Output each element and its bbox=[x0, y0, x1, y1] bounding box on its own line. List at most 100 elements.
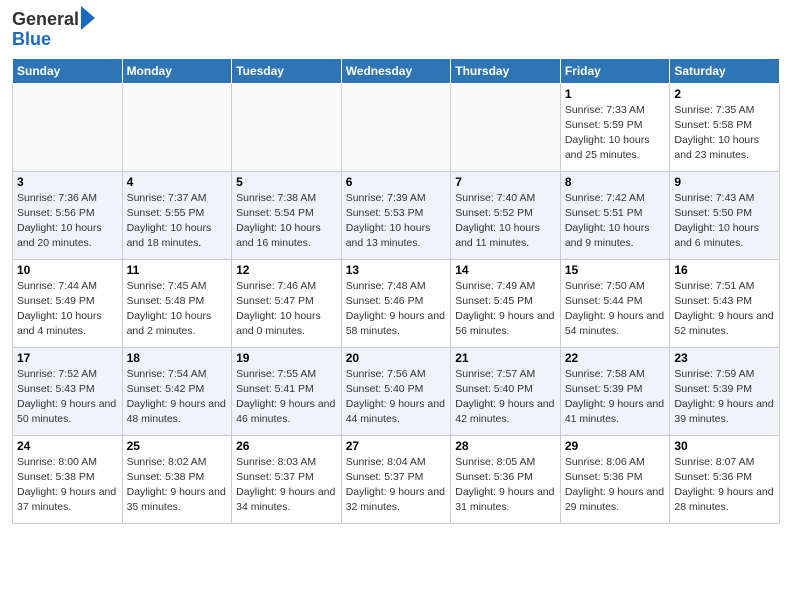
calendar-cell bbox=[13, 83, 123, 171]
calendar-cell: 29 Sunrise: 8:06 AM Sunset: 5:36 PM Dayli… bbox=[560, 435, 670, 523]
calendar-cell: 11 Sunrise: 7:45 AM Sunset: 5:48 PM Dayli… bbox=[122, 259, 232, 347]
header-row: SundayMondayTuesdayWednesdayThursdayFrid… bbox=[13, 58, 780, 83]
day-number: 18 bbox=[127, 351, 228, 365]
day-number: 16 bbox=[674, 263, 775, 277]
calendar-cell: 3 Sunrise: 7:36 AM Sunset: 5:56 PM Daylig… bbox=[13, 171, 123, 259]
week-row-3: 10 Sunrise: 7:44 AM Sunset: 5:49 PM Dayli… bbox=[13, 259, 780, 347]
day-info: Sunrise: 7:33 AM Sunset: 5:59 PM Dayligh… bbox=[565, 103, 666, 164]
header-day-wednesday: Wednesday bbox=[341, 58, 451, 83]
calendar-cell: 14 Sunrise: 7:49 AM Sunset: 5:45 PM Dayli… bbox=[451, 259, 561, 347]
day-number: 13 bbox=[346, 263, 447, 277]
day-number: 6 bbox=[346, 175, 447, 189]
day-info: Sunrise: 7:57 AM Sunset: 5:40 PM Dayligh… bbox=[455, 367, 556, 428]
day-number: 10 bbox=[17, 263, 118, 277]
day-number: 7 bbox=[455, 175, 556, 189]
calendar-cell bbox=[122, 83, 232, 171]
day-info: Sunrise: 8:00 AM Sunset: 5:38 PM Dayligh… bbox=[17, 455, 118, 516]
week-row-5: 24 Sunrise: 8:00 AM Sunset: 5:38 PM Dayli… bbox=[13, 435, 780, 523]
day-number: 5 bbox=[236, 175, 337, 189]
day-info: Sunrise: 8:05 AM Sunset: 5:36 PM Dayligh… bbox=[455, 455, 556, 516]
calendar-cell: 5 Sunrise: 7:38 AM Sunset: 5:54 PM Daylig… bbox=[232, 171, 342, 259]
day-info: Sunrise: 7:51 AM Sunset: 5:43 PM Dayligh… bbox=[674, 279, 775, 340]
day-number: 12 bbox=[236, 263, 337, 277]
day-number: 24 bbox=[17, 439, 118, 453]
day-number: 3 bbox=[17, 175, 118, 189]
day-number: 23 bbox=[674, 351, 775, 365]
header: General Blue bbox=[12, 10, 780, 50]
day-number: 28 bbox=[455, 439, 556, 453]
day-info: Sunrise: 8:04 AM Sunset: 5:37 PM Dayligh… bbox=[346, 455, 447, 516]
week-row-2: 3 Sunrise: 7:36 AM Sunset: 5:56 PM Daylig… bbox=[13, 171, 780, 259]
calendar-cell: 7 Sunrise: 7:40 AM Sunset: 5:52 PM Daylig… bbox=[451, 171, 561, 259]
day-info: Sunrise: 7:46 AM Sunset: 5:47 PM Dayligh… bbox=[236, 279, 337, 340]
calendar-cell: 12 Sunrise: 7:46 AM Sunset: 5:47 PM Dayli… bbox=[232, 259, 342, 347]
day-number: 19 bbox=[236, 351, 337, 365]
day-info: Sunrise: 7:38 AM Sunset: 5:54 PM Dayligh… bbox=[236, 191, 337, 252]
calendar-cell: 28 Sunrise: 8:05 AM Sunset: 5:36 PM Dayli… bbox=[451, 435, 561, 523]
calendar-cell: 30 Sunrise: 8:07 AM Sunset: 5:36 PM Dayli… bbox=[670, 435, 780, 523]
day-info: Sunrise: 7:55 AM Sunset: 5:41 PM Dayligh… bbox=[236, 367, 337, 428]
calendar-cell: 22 Sunrise: 7:58 AM Sunset: 5:39 PM Dayli… bbox=[560, 347, 670, 435]
day-info: Sunrise: 7:49 AM Sunset: 5:45 PM Dayligh… bbox=[455, 279, 556, 340]
day-info: Sunrise: 7:42 AM Sunset: 5:51 PM Dayligh… bbox=[565, 191, 666, 252]
calendar-cell: 17Sunrise: 7:52 AM Sunset: 5:43 PM Dayli… bbox=[13, 347, 123, 435]
day-info: Sunrise: 7:37 AM Sunset: 5:55 PM Dayligh… bbox=[127, 191, 228, 252]
day-number: 1 bbox=[565, 87, 666, 101]
calendar-cell: 2Sunrise: 7:35 AM Sunset: 5:58 PM Daylig… bbox=[670, 83, 780, 171]
logo-text-general: General bbox=[12, 10, 79, 30]
day-info: Sunrise: 7:36 AM Sunset: 5:56 PM Dayligh… bbox=[17, 191, 118, 252]
day-number: 8 bbox=[565, 175, 666, 189]
calendar-cell: 9 Sunrise: 7:43 AM Sunset: 5:50 PM Daylig… bbox=[670, 171, 780, 259]
calendar-cell bbox=[451, 83, 561, 171]
page-container: General Blue SundayMondayTuesdayWednesda… bbox=[0, 0, 792, 536]
day-info: Sunrise: 7:58 AM Sunset: 5:39 PM Dayligh… bbox=[565, 367, 666, 428]
week-row-4: 17Sunrise: 7:52 AM Sunset: 5:43 PM Dayli… bbox=[13, 347, 780, 435]
calendar-body: 1 Sunrise: 7:33 AM Sunset: 5:59 PM Daylig… bbox=[13, 83, 780, 523]
calendar-cell: 19 Sunrise: 7:55 AM Sunset: 5:41 PM Dayli… bbox=[232, 347, 342, 435]
day-number: 11 bbox=[127, 263, 228, 277]
day-number: 26 bbox=[236, 439, 337, 453]
day-number: 29 bbox=[565, 439, 666, 453]
day-number: 9 bbox=[674, 175, 775, 189]
day-info: Sunrise: 7:56 AM Sunset: 5:40 PM Dayligh… bbox=[346, 367, 447, 428]
header-day-friday: Friday bbox=[560, 58, 670, 83]
day-info: Sunrise: 8:03 AM Sunset: 5:37 PM Dayligh… bbox=[236, 455, 337, 516]
calendar-cell: 27Sunrise: 8:04 AM Sunset: 5:37 PM Dayli… bbox=[341, 435, 451, 523]
calendar-cell: 1 Sunrise: 7:33 AM Sunset: 5:59 PM Daylig… bbox=[560, 83, 670, 171]
day-info: Sunrise: 7:50 AM Sunset: 5:44 PM Dayligh… bbox=[565, 279, 666, 340]
day-info: Sunrise: 7:43 AM Sunset: 5:50 PM Dayligh… bbox=[674, 191, 775, 252]
calendar-cell bbox=[232, 83, 342, 171]
header-day-saturday: Saturday bbox=[670, 58, 780, 83]
calendar-cell: 21Sunrise: 7:57 AM Sunset: 5:40 PM Dayli… bbox=[451, 347, 561, 435]
header-day-monday: Monday bbox=[122, 58, 232, 83]
logo-text-blue: Blue bbox=[12, 30, 95, 50]
calendar-cell: 10 Sunrise: 7:44 AM Sunset: 5:49 PM Dayli… bbox=[13, 259, 123, 347]
header-day-sunday: Sunday bbox=[13, 58, 123, 83]
day-number: 22 bbox=[565, 351, 666, 365]
calendar-cell: 4Sunrise: 7:37 AM Sunset: 5:55 PM Daylig… bbox=[122, 171, 232, 259]
calendar-cell: 25Sunrise: 8:02 AM Sunset: 5:38 PM Dayli… bbox=[122, 435, 232, 523]
day-number: 2 bbox=[674, 87, 775, 101]
day-info: Sunrise: 7:40 AM Sunset: 5:52 PM Dayligh… bbox=[455, 191, 556, 252]
calendar-cell: 15Sunrise: 7:50 AM Sunset: 5:44 PM Dayli… bbox=[560, 259, 670, 347]
day-info: Sunrise: 7:52 AM Sunset: 5:43 PM Dayligh… bbox=[17, 367, 118, 428]
day-info: Sunrise: 7:45 AM Sunset: 5:48 PM Dayligh… bbox=[127, 279, 228, 340]
calendar-header: SundayMondayTuesdayWednesdayThursdayFrid… bbox=[13, 58, 780, 83]
day-number: 30 bbox=[674, 439, 775, 453]
calendar-cell: 13 Sunrise: 7:48 AM Sunset: 5:46 PM Dayli… bbox=[341, 259, 451, 347]
day-info: Sunrise: 8:02 AM Sunset: 5:38 PM Dayligh… bbox=[127, 455, 228, 516]
day-info: Sunrise: 7:48 AM Sunset: 5:46 PM Dayligh… bbox=[346, 279, 447, 340]
calendar-cell: 8 Sunrise: 7:42 AM Sunset: 5:51 PM Daylig… bbox=[560, 171, 670, 259]
logo: General Blue bbox=[12, 10, 95, 50]
calendar-cell bbox=[341, 83, 451, 171]
logo-arrow-icon bbox=[81, 6, 95, 30]
day-info: Sunrise: 8:07 AM Sunset: 5:36 PM Dayligh… bbox=[674, 455, 775, 516]
calendar-cell: 23Sunrise: 7:59 AM Sunset: 5:39 PM Dayli… bbox=[670, 347, 780, 435]
calendar-cell: 26 Sunrise: 8:03 AM Sunset: 5:37 PM Dayli… bbox=[232, 435, 342, 523]
calendar-cell: 20Sunrise: 7:56 AM Sunset: 5:40 PM Dayli… bbox=[341, 347, 451, 435]
calendar-table: SundayMondayTuesdayWednesdayThursdayFrid… bbox=[12, 58, 780, 524]
calendar-cell: 6Sunrise: 7:39 AM Sunset: 5:53 PM Daylig… bbox=[341, 171, 451, 259]
day-info: Sunrise: 8:06 AM Sunset: 5:36 PM Dayligh… bbox=[565, 455, 666, 516]
day-info: Sunrise: 7:44 AM Sunset: 5:49 PM Dayligh… bbox=[17, 279, 118, 340]
day-number: 14 bbox=[455, 263, 556, 277]
